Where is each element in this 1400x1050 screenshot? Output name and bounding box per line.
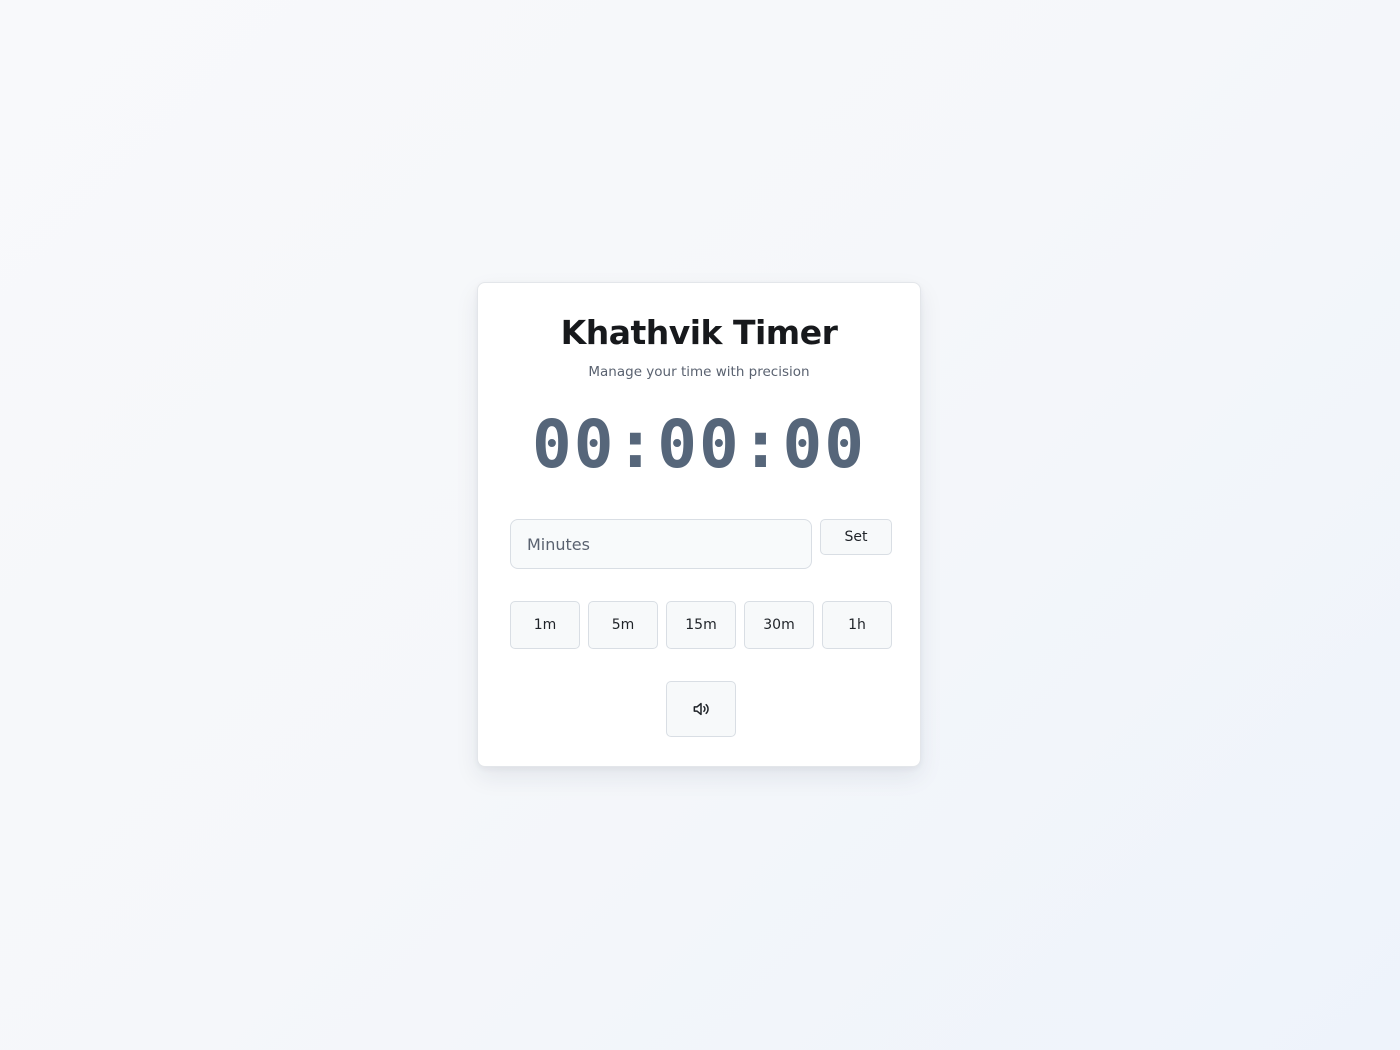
page-title: Khathvik Timer bbox=[560, 313, 838, 352]
preset-1h-button[interactable]: 1h bbox=[822, 601, 892, 649]
timer-display: 00:00:00 bbox=[532, 406, 866, 483]
preset-1m-button[interactable]: 1m bbox=[510, 601, 580, 649]
preset-5m-button[interactable]: 5m bbox=[588, 601, 658, 649]
preset-15m-button[interactable]: 15m bbox=[666, 601, 736, 649]
sound-toggle-button[interactable] bbox=[666, 681, 736, 737]
speaker-volume-icon bbox=[691, 699, 711, 719]
minutes-input[interactable] bbox=[510, 519, 812, 569]
preset-30m-button[interactable]: 30m bbox=[744, 601, 814, 649]
page-subtitle: Manage your time with precision bbox=[588, 364, 810, 380]
set-button[interactable]: Set bbox=[820, 519, 892, 555]
timer-card: Khathvik Timer Manage your time with pre… bbox=[477, 282, 921, 767]
